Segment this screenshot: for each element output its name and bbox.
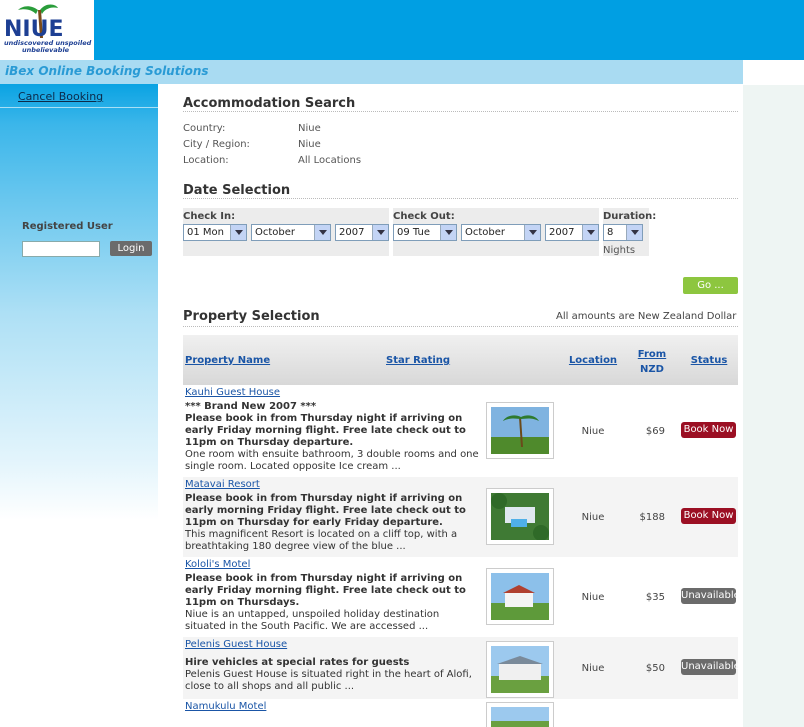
- property-name-link[interactable]: Kololi's Motel: [185, 559, 250, 570]
- registered-user-label: Registered User: [22, 221, 113, 232]
- currency-note: All amounts are New Zealand Dollar: [556, 311, 737, 322]
- go-button[interactable]: Go ...: [683, 277, 738, 294]
- property-description: Please book in from Thursday night if ar…: [185, 493, 466, 552]
- niue-logo[interactable]: NIUE undiscovered unspoiled unbelievable: [0, 0, 94, 60]
- city-label: City / Region:: [183, 139, 250, 150]
- checkout-label: Check Out:: [393, 211, 455, 222]
- book-now-button[interactable]: Book Now: [681, 422, 736, 438]
- product-title: iBex Online Booking Solutions: [5, 64, 209, 78]
- top-header: [0, 0, 804, 60]
- country-value: Niue: [298, 123, 321, 134]
- table-row: Namukulu Motel: [183, 699, 738, 727]
- table-row: Kauhi Guest House *** Brand New 2007 ***…: [183, 385, 738, 477]
- property-name-link[interactable]: Kauhi Guest House: [185, 387, 280, 398]
- property-price: $50: [645, 663, 665, 674]
- unavailable-badge: Unavailable: [681, 588, 740, 604]
- property-photo[interactable]: [486, 488, 554, 545]
- accommodation-search-title: Accommodation Search: [183, 96, 356, 111]
- table-row: Matavai Resort Please book in from Thurs…: [183, 477, 738, 557]
- table-row: Pelenis Guest House Hire vehicles at spe…: [183, 637, 740, 699]
- col-property-name[interactable]: Property Name: [185, 355, 270, 366]
- date-selection-title: Date Selection: [183, 183, 291, 198]
- property-photo[interactable]: [486, 568, 554, 625]
- checkin-day-select[interactable]: 01 Mon: [183, 224, 247, 241]
- property-description: Please book in from Thursday night if ar…: [185, 573, 466, 632]
- duration-select[interactable]: 8: [603, 224, 643, 241]
- property-name-link[interactable]: Pelenis Guest House: [185, 639, 287, 650]
- product-bar: iBex Online Booking Solutions: [0, 60, 743, 84]
- country-label: Country:: [183, 123, 226, 134]
- property-price: $69: [645, 426, 665, 437]
- sidebar: Cancel Booking Registered User Login: [0, 84, 158, 520]
- login-button[interactable]: Login: [110, 241, 152, 256]
- property-description: Hire vehicles at special rates for guest…: [185, 657, 472, 692]
- col-from[interactable]: From: [635, 349, 669, 360]
- divider: [183, 198, 738, 199]
- checkin-label: Check In:: [183, 211, 236, 222]
- property-photo[interactable]: [486, 402, 554, 459]
- login-input[interactable]: [22, 241, 100, 257]
- col-status[interactable]: Status: [683, 355, 735, 366]
- location-value: All Locations: [298, 155, 362, 166]
- unavailable-badge: Unavailable: [681, 659, 740, 675]
- right-margin: [743, 85, 804, 727]
- property-price: $35: [645, 592, 665, 603]
- property-selection-title: Property Selection: [183, 309, 320, 324]
- cancel-booking-link[interactable]: Cancel Booking: [18, 90, 103, 103]
- property-location: Niue: [581, 592, 605, 603]
- property-location: Niue: [581, 426, 605, 437]
- book-now-button[interactable]: Book Now: [681, 508, 736, 524]
- table-header: Property Name Star Rating Location From …: [183, 335, 738, 385]
- property-name-link[interactable]: Namukulu Motel: [185, 701, 266, 712]
- col-star-rating[interactable]: Star Rating: [386, 355, 450, 366]
- property-price: $188: [639, 512, 665, 523]
- property-description: *** Brand New 2007 *** Please book in fr…: [185, 401, 479, 472]
- divider: [183, 326, 738, 327]
- duration-label: Duration:: [603, 211, 657, 222]
- checkin-year-select[interactable]: 2007: [335, 224, 389, 241]
- city-value: Niue: [298, 139, 321, 150]
- table-row: Kololi's Motel Please book in from Thurs…: [183, 557, 740, 637]
- property-photo[interactable]: [486, 702, 554, 727]
- property-photo[interactable]: [486, 641, 554, 698]
- sidebar-divider: [0, 107, 158, 108]
- checkin-month-select[interactable]: October: [251, 224, 331, 241]
- location-label: Location:: [183, 155, 229, 166]
- property-location: Niue: [581, 512, 605, 523]
- nights-label: Nights: [603, 245, 636, 256]
- property-location: Niue: [581, 663, 605, 674]
- col-location[interactable]: Location: [568, 355, 618, 366]
- checkout-day-select[interactable]: 09 Tue: [393, 224, 457, 241]
- checkout-month-select[interactable]: October: [461, 224, 541, 241]
- divider: [183, 111, 738, 112]
- property-name-link[interactable]: Matavai Resort: [185, 479, 260, 490]
- col-nzd: NZD: [640, 364, 664, 375]
- checkout-year-select[interactable]: 2007: [545, 224, 599, 241]
- svg-text:unbelievable: unbelievable: [22, 46, 70, 54]
